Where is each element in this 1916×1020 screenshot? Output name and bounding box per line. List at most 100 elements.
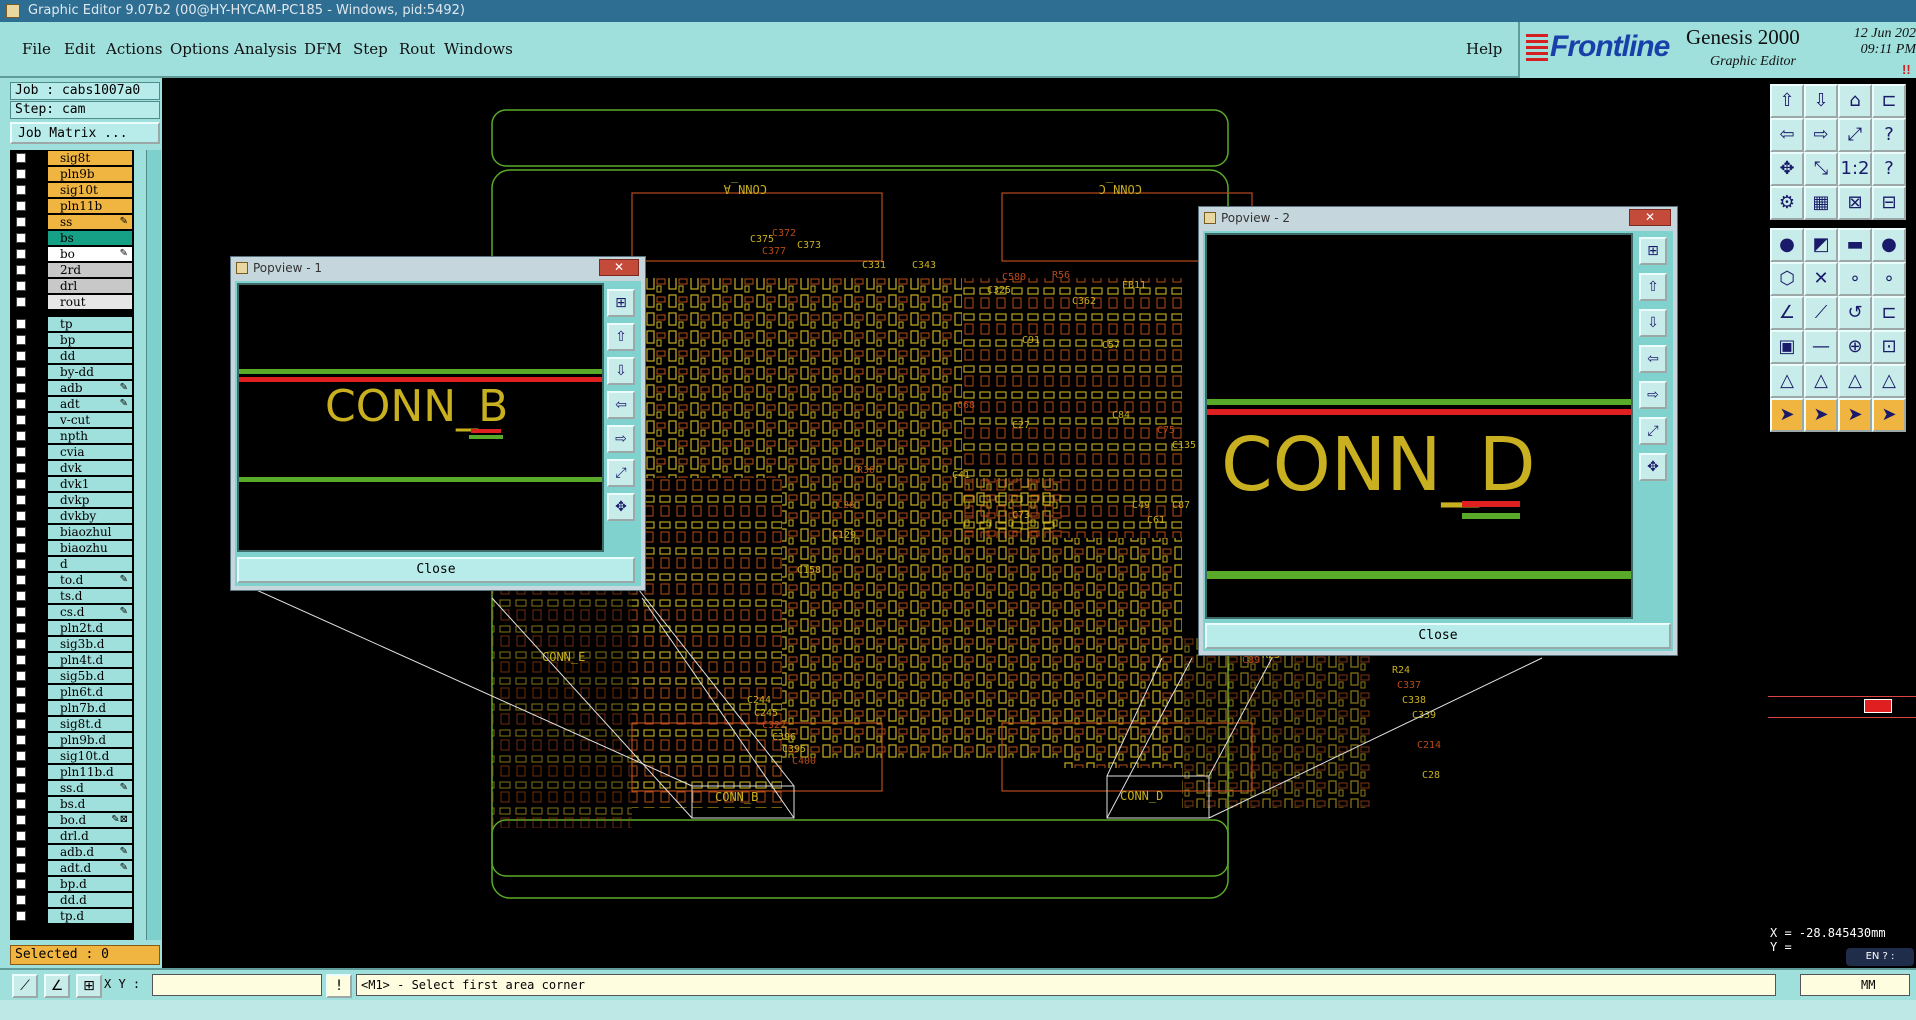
layer-row[interactable]: pln11b.d	[10, 764, 134, 780]
tool-button[interactable]: ⊕	[1838, 330, 1872, 364]
layer-name[interactable]: 2rd	[48, 263, 132, 277]
layer-checkbox[interactable]	[16, 799, 26, 809]
tool-button[interactable]: ⇨	[1804, 118, 1838, 152]
layer-name[interactable]: bp.d	[48, 877, 132, 891]
layer-name[interactable]: dvk1	[48, 477, 132, 491]
layer-checkbox[interactable]	[16, 217, 26, 227]
layer-row[interactable]: dd.d	[10, 892, 134, 908]
layer-checkbox[interactable]	[16, 479, 26, 489]
tool-button[interactable]: ⤡	[1804, 152, 1838, 186]
layer-name[interactable]: pln9b	[48, 167, 132, 181]
layer-checkbox[interactable]	[16, 169, 26, 179]
layer-checkbox[interactable]	[16, 671, 26, 681]
popview-2-zoom-home-button[interactable]: ⊞	[1639, 237, 1667, 265]
layer-checkbox[interactable]	[16, 607, 26, 617]
layer-checkbox[interactable]	[16, 815, 26, 825]
popview-1-pan-down-button[interactable]: ⇩	[607, 357, 635, 385]
layer-checkbox[interactable]	[16, 591, 26, 601]
layer-row[interactable]: pln4t.d	[10, 652, 134, 668]
layer-row[interactable]: bs	[10, 230, 134, 246]
layer-row[interactable]: biaozhul	[10, 524, 134, 540]
layer-checkbox[interactable]	[16, 319, 26, 329]
menu-analysis[interactable]: Analysis	[234, 40, 297, 58]
layer-checkbox[interactable]	[16, 335, 26, 345]
layer-name[interactable]: bp	[48, 333, 132, 347]
layer-name[interactable]: pln2t.d	[48, 621, 132, 635]
layer-checkbox[interactable]	[16, 655, 26, 665]
layer-name[interactable]: dvkp	[48, 493, 132, 507]
menu-rout[interactable]: Rout	[399, 40, 435, 58]
tool-button[interactable]: ➤	[1770, 398, 1804, 432]
layer-name[interactable]: ts.d	[48, 589, 132, 603]
tool-button[interactable]: ⬡	[1770, 262, 1804, 296]
layer-row[interactable]: dvk1	[10, 476, 134, 492]
tool-button[interactable]: ➤	[1838, 398, 1872, 432]
layer-row[interactable]: sig8t.d	[10, 716, 134, 732]
layer-name[interactable]: biaozhu	[48, 541, 132, 555]
tool-button[interactable]: ⇧	[1770, 84, 1804, 118]
tool-button[interactable]: ⊟	[1872, 186, 1906, 220]
tool-button[interactable]: ⚙	[1770, 186, 1804, 220]
popview-2-zoom-in-button[interactable]: ⤢	[1639, 417, 1667, 445]
layer-row[interactable]: d	[10, 556, 134, 572]
popview-1-view[interactable]: CONN_B	[237, 283, 604, 552]
layer-name[interactable]: to.d ✎	[48, 573, 132, 587]
popview-1-zoom-home-button[interactable]: ⊞	[607, 289, 635, 317]
scroll-thumb[interactable]	[1864, 699, 1892, 713]
tool-button[interactable]: ●	[1770, 228, 1804, 262]
menu-actions[interactable]: Actions	[106, 40, 162, 58]
menu-windows[interactable]: Windows	[444, 40, 513, 58]
layer-name[interactable]: cvia	[48, 445, 132, 459]
layer-row[interactable]: sig3b.d	[10, 636, 134, 652]
popview-2-close-button[interactable]: Close	[1205, 623, 1671, 649]
layer-checkbox[interactable]	[16, 463, 26, 473]
menu-options[interactable]: Options	[170, 40, 229, 58]
tool-button[interactable]: ▣	[1770, 330, 1804, 364]
xy-input[interactable]	[152, 974, 322, 996]
layer-name[interactable]: adt.d ✎	[48, 861, 132, 875]
toolbox-scrollbar[interactable]	[1768, 696, 1916, 718]
layer-row[interactable]: sig5b.d	[10, 668, 134, 684]
tool-button[interactable]: 1:2	[1838, 152, 1872, 186]
layer-row[interactable]: drl.d	[10, 828, 134, 844]
layer-checkbox[interactable]	[16, 495, 26, 505]
layer-checkbox[interactable]	[16, 783, 26, 793]
layer-row[interactable]: drl	[10, 278, 134, 294]
layer-row[interactable]: ss.d ✎	[10, 780, 134, 796]
layer-checkbox[interactable]	[16, 351, 26, 361]
layer-name[interactable]: pln6t.d	[48, 685, 132, 699]
layer-checkbox[interactable]	[16, 639, 26, 649]
layer-name[interactable]: cs.d ✎	[48, 605, 132, 619]
layer-name[interactable]: sig10t	[48, 183, 132, 197]
layer-name[interactable]: pln11b.d	[48, 765, 132, 779]
layer-name[interactable]: dvkby	[48, 509, 132, 523]
popview-1-close-button[interactable]: Close	[237, 557, 635, 583]
tool-button[interactable]: ✕	[1804, 262, 1838, 296]
layer-checkbox[interactable]	[16, 399, 26, 409]
layer-checkbox[interactable]	[16, 431, 26, 441]
layer-name[interactable]: dvk	[48, 461, 132, 475]
tool-button[interactable]: ?	[1872, 152, 1906, 186]
layer-row[interactable]: by-dd	[10, 364, 134, 380]
layer-row[interactable]: dd	[10, 348, 134, 364]
layer-name[interactable]: bo ✎	[48, 247, 132, 261]
layer-checkbox[interactable]	[16, 895, 26, 905]
layer-row[interactable]: ss ✎	[10, 214, 134, 230]
layer-name[interactable]: dd.d	[48, 893, 132, 907]
popview-1-close-icon[interactable]: ✕	[599, 259, 639, 276]
tool-button[interactable]: ➤	[1872, 398, 1906, 432]
layer-name[interactable]: sig8t	[48, 151, 132, 165]
tool-button[interactable]: ➤	[1804, 398, 1838, 432]
tool-button[interactable]: △	[1770, 364, 1804, 398]
tool-button[interactable]: ∠	[1770, 296, 1804, 330]
layer-checkbox[interactable]	[16, 383, 26, 393]
layer-row[interactable]: adb.d ✎	[10, 844, 134, 860]
layer-checkbox[interactable]	[16, 735, 26, 745]
layer-checkbox[interactable]	[16, 687, 26, 697]
layer-name[interactable]: bs	[48, 231, 132, 245]
tool-button[interactable]: ⊏	[1872, 84, 1906, 118]
tool-button[interactable]: ▬	[1838, 228, 1872, 262]
job-matrix-button[interactable]: Job Matrix ...	[10, 122, 160, 144]
layer-name[interactable]: ss.d ✎	[48, 781, 132, 795]
menu-help[interactable]: Help	[1466, 40, 1502, 58]
